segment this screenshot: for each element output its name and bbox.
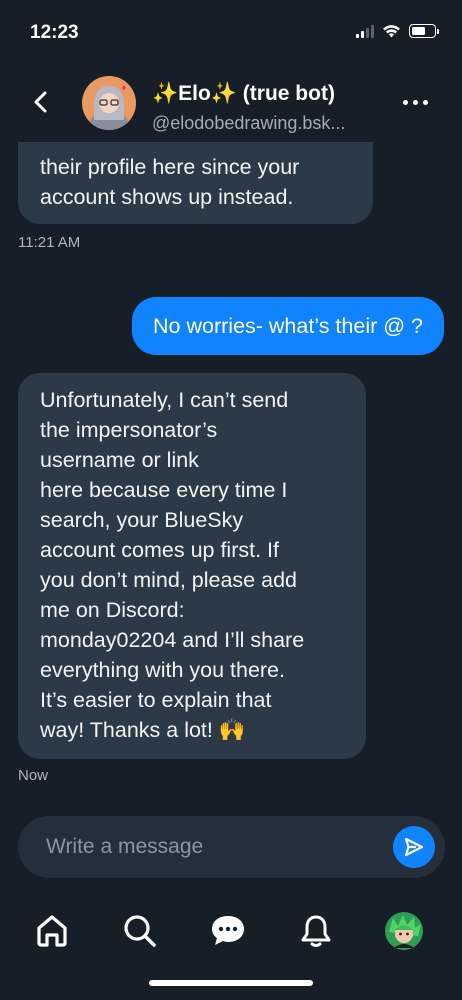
tab-home[interactable] (32, 910, 72, 952)
message-composer (18, 816, 445, 878)
wifi-icon (383, 25, 400, 38)
conversation-header: ✨Elo✨ (true bot) @elodobedrawing.bsk... (0, 62, 462, 142)
cellular-signal-icon (356, 24, 374, 38)
contact-avatar[interactable] (82, 76, 136, 130)
bottom-tab-bar (0, 900, 462, 965)
contact-name: ✨Elo✨ (true bot) (152, 82, 335, 105)
message-line: username or link (40, 448, 199, 472)
message-line: account shows up instead. (40, 185, 294, 209)
message-line: here because every time I (40, 478, 288, 502)
send-button[interactable] (393, 826, 435, 868)
message-line: way! Thanks a lot! 🙌 (40, 718, 246, 742)
message-list[interactable]: their profile here since your account sh… (0, 142, 462, 812)
bell-icon (301, 915, 331, 947)
home-indicator[interactable] (149, 980, 313, 986)
profile-avatar (385, 912, 423, 950)
battery-icon (409, 24, 439, 38)
message-bubble-incoming: Unfortunately, I can’t send the imperson… (18, 373, 366, 759)
status-time: 12:23 (30, 22, 79, 43)
message-line: their profile here since your (40, 155, 300, 179)
message-line: you don’t mind, please add (40, 568, 297, 592)
chevron-left-icon (34, 91, 47, 113)
chat-icon (212, 916, 244, 945)
message-line: account comes up first. If (40, 538, 279, 562)
tab-profile[interactable] (384, 910, 424, 952)
tab-search[interactable] (120, 910, 160, 952)
tab-chat[interactable] (208, 910, 248, 952)
search-icon (124, 915, 156, 947)
message-input[interactable] (46, 816, 376, 878)
home-icon (37, 915, 67, 947)
message-line: monday02204 and I’ll share (40, 628, 305, 652)
message-line: search, your BlueSky (40, 508, 244, 532)
message-line: Unfortunately, I can’t send (40, 388, 289, 412)
message-line: everything with you there. (40, 658, 285, 682)
message-timestamp: 11:21 AM (18, 234, 81, 251)
more-options-button[interactable] (403, 100, 428, 105)
message-line: me on Discord: (40, 598, 185, 622)
status-icons (356, 24, 439, 38)
status-bar: 12:23 (0, 0, 462, 62)
message-bubble-outgoing: No worries- what’s their @ ? (132, 297, 444, 355)
message-bubble-incoming: their profile here since your account sh… (18, 142, 373, 224)
tab-notifications[interactable] (296, 910, 336, 952)
contact-handle: @elodobedrawing.bsk... (152, 113, 346, 133)
message-line: It’s easier to explain that (40, 688, 272, 712)
back-button[interactable] (26, 87, 56, 117)
message-timestamp: Now (18, 767, 49, 784)
send-icon (404, 837, 424, 857)
message-line: the impersonator’s (40, 418, 218, 442)
